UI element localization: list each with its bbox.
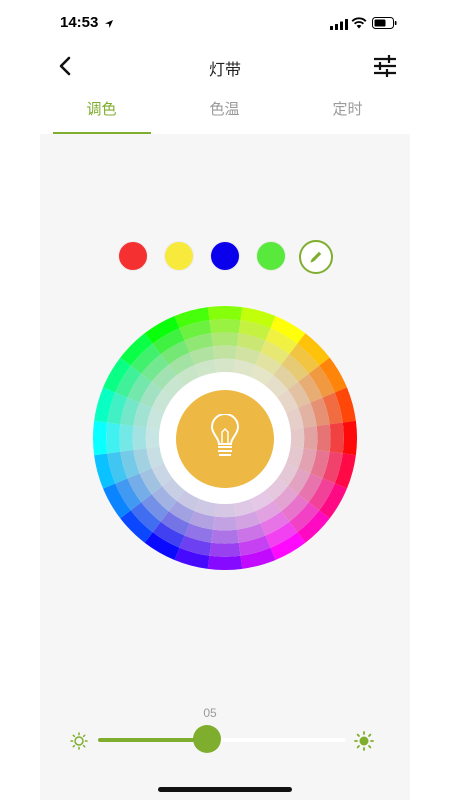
tab-timer[interactable]: 定时 [286,88,409,134]
color-wheel-segment[interactable] [119,424,134,452]
brightness-slider-track[interactable] [98,738,346,742]
battery-icon [372,16,397,34]
tab-color[interactable]: 调色 [40,88,163,134]
color-wheel-segment[interactable] [329,422,344,454]
color-wheel-segment[interactable] [211,332,239,347]
color-wheel-segment[interactable] [342,420,357,456]
color-wheel-segment[interactable] [145,427,160,449]
wifi-icon [351,16,367,34]
color-wheel-segment[interactable] [303,425,318,451]
color-wheel-segment[interactable] [212,516,238,531]
pencil-icon [310,251,322,263]
color-wheel-segment[interactable] [132,425,147,451]
color-wheel-segment[interactable] [214,358,236,373]
settings-button[interactable] [372,54,398,78]
color-wheel-segment[interactable] [209,542,241,557]
power-bulb-button[interactable] [176,390,274,488]
color-wheel-segment[interactable] [290,427,305,449]
status-bar: 14:53 [0,0,450,44]
location-arrow-icon [104,16,114,34]
brightness-slider-thumb[interactable] [193,725,222,753]
mode-tabs: 调色 色温 定时 [40,88,410,134]
edit-presets-button[interactable] [299,240,333,274]
brightness-high-icon [354,731,374,756]
preset-color-green[interactable] [256,241,286,271]
color-wheel-segment[interactable] [211,529,239,544]
color-wheel-segment[interactable] [214,503,236,518]
preset-color-red[interactable] [118,241,148,271]
tab-color-temperature[interactable]: 色温 [163,88,286,134]
color-wheel-segment[interactable] [93,420,108,456]
color-wheel-segment[interactable] [207,306,243,321]
home-indicator [158,787,292,792]
color-wheel-segment[interactable] [106,422,121,454]
color-wheel-segment[interactable] [209,319,241,334]
light-bulb-icon [210,414,240,456]
navigation-bar: 灯带 [0,44,450,88]
color-wheel-segment[interactable] [212,345,238,360]
preset-color-yellow[interactable] [164,241,194,271]
preset-color-blue[interactable] [210,241,240,271]
color-wheel-segment[interactable] [316,424,331,452]
brightness-slider-fill [98,738,208,742]
cellular-signal-icon [330,17,348,35]
color-wheel-segment[interactable] [207,555,243,570]
sliders-icon [374,55,396,77]
status-time: 14:53 [60,14,99,31]
brightness-value: 05 [203,706,217,720]
brightness-low-icon [70,732,88,755]
